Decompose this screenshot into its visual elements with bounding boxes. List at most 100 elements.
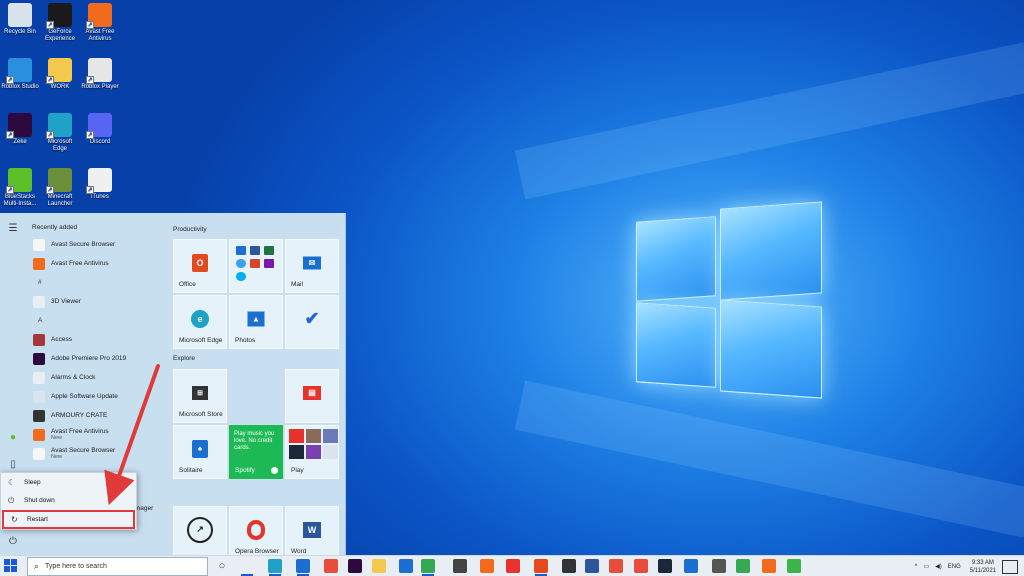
spotify-icon [271,467,278,474]
app-label: 3D Viewer [51,298,81,305]
tile-solitaire[interactable]: ♠ Solitaire [173,425,227,479]
chrome-icon[interactable] [421,559,435,576]
solitaire-icon: ♠ [192,439,208,458]
tile-opera-browser[interactable]: Opera Browser [229,506,283,560]
tile-mail[interactable]: ✉ Mail [285,239,339,293]
app-list-item[interactable]: Avast Secure Browser [26,235,166,254]
letter-header[interactable]: A [26,311,166,330]
edge-icon[interactable] [268,559,282,576]
desktop-icon[interactable]: ↗ Minecraft Launcher [40,168,80,208]
desktop-icon[interactable]: ↗ Microsoft Edge [40,113,80,153]
stopwatch-icon: ↗ [187,516,213,543]
premiere-pro-icon[interactable] [348,559,362,573]
start-button[interactable] [4,559,18,573]
desktop-icon[interactable]: ↗ Zeke [0,113,40,146]
word-icon[interactable] [585,559,599,573]
tile-spotify[interactable]: Play music you love. No credit cards. Sp… [229,425,283,479]
remote-icon[interactable] [684,559,698,573]
show-hidden-icons[interactable]: ^ [915,564,918,570]
tile-news[interactable]: ▤ [285,369,339,423]
hamburger-menu-icon[interactable]: ☰ [7,223,19,235]
clock-time: 9:33 AM [971,559,994,566]
file-explorer-icon[interactable] [372,559,386,573]
tile-word[interactable]: W Word [285,506,339,560]
tile-office-apps[interactable] [229,239,283,293]
tile-microsoft-store[interactable]: ⊞ Microsoft Store [173,369,227,423]
power-icon[interactable]: ⏻ [7,536,19,548]
tile-photos[interactable]: ▲ Photos [229,295,283,349]
letter-header[interactable]: # [26,273,166,292]
user-avatar-icon[interactable]: ● [7,432,19,444]
desktop-icon[interactable]: ↗ BlueStacks Multi-Insta... [0,168,40,208]
tile-stopwatch[interactable]: ↗ [173,506,227,560]
desktop-icon-label: Roblox Studio [1,84,39,90]
app-list-item[interactable]: 3D Viewer [26,292,166,311]
desktop-icon[interactable]: Recycle Bin [0,3,40,36]
cortana-icon[interactable]: ○ [215,559,229,573]
tile-todo[interactable]: ✔ [285,295,339,349]
documents-icon[interactable]: ▯ [7,459,19,471]
restart-button[interactable]: ↻ Restart [2,510,135,529]
camtasia-icon[interactable] [324,559,338,573]
news-icon: ▤ [303,385,321,400]
desktop-icon-label: iTunes [91,194,109,200]
steam-icon[interactable] [658,559,672,573]
tile-microsoft-edge[interactable]: e Microsoft Edge [173,295,227,349]
tile-office[interactable]: O Office [173,239,227,293]
app-list-item[interactable]: Access [26,330,166,349]
chrome-alt-icon[interactable] [736,559,750,573]
mail-icon: ✉ [303,256,321,270]
access-icon [33,333,45,346]
desktop-icon[interactable]: ↗ Avast Free Antivirus [80,3,120,43]
app-list-item[interactable]: Apple Software Update [26,387,166,406]
app-list-item[interactable]: ARMOURY CRATE [26,406,166,425]
task-view-icon[interactable] [240,559,254,576]
snagit-icon[interactable] [609,559,623,573]
restart-icon: ↻ [11,515,18,524]
store-bag-icon[interactable] [562,559,576,573]
minecraft-icon: ↗ [46,168,72,194]
itunes-icon: ↗ [86,168,112,194]
desktop-icon[interactable]: ↗ Roblox Studio [0,58,40,91]
app-orange-icon[interactable] [480,559,494,573]
app-list-item[interactable]: Avast Secure Browser New [26,444,166,463]
language-indicator[interactable]: ENG [948,564,961,570]
shutdown-button[interactable]: ⏻ Shut down [1,492,136,509]
avast-secure-browser-icon [33,238,45,251]
notifications-icon[interactable] [1002,559,1018,574]
camtasia-c-icon[interactable] [787,559,801,573]
word-icon: W [303,521,321,538]
volume-icon[interactable]: ◀) [935,563,942,570]
office-icon[interactable] [534,559,548,576]
desktop-icon-label: Avast Free Antivirus [85,29,115,42]
app-list-item[interactable]: Adobe Premiere Pro 2019 [26,349,166,368]
store-icon[interactable] [453,559,467,573]
tile-play[interactable]: Play [285,425,339,479]
desktop-icon[interactable]: ↗ Discord [80,113,120,146]
app-list-item[interactable]: Avast Free Antivirus [26,254,166,273]
desktop-icon[interactable]: ↗ GeForce Experience [40,3,80,43]
network-icon[interactable]: ▭ [923,563,929,570]
3d-viewer-icon [33,295,45,308]
avast-browser-icon[interactable] [762,559,776,573]
camtasia-recorder-icon[interactable] [634,559,648,573]
system-tray: ^ ▭ ◀) ENG 9:33 AM 5/11/2021 [912,556,1024,576]
app-list-item[interactable]: Avast Free Antivirus New [26,425,166,444]
premiere-pro-icon [33,352,45,365]
opera-icon[interactable] [506,559,520,573]
app-label: Avast Free Antivirus [51,427,109,435]
search-box[interactable]: ⌕ Type here to search [27,557,208,576]
sleep-button[interactable]: ☾ Sleep [1,474,136,491]
app-list-item[interactable]: Alarms & Clock [26,368,166,387]
armoury-crate-icon [33,409,45,422]
light-beam [514,42,1024,200]
spotify-promo-text: Play music you love. No credit cards. [234,431,275,451]
desktop-icon[interactable]: ↗ WORK [40,58,80,91]
desktop-icon[interactable]: ↗ iTunes [80,168,120,201]
mail-icon[interactable] [296,559,310,576]
desktop-icon[interactable]: ↗ Roblox Player [80,58,120,91]
display-icon[interactable] [712,559,726,573]
calendar-icon[interactable] [399,559,413,573]
clock[interactable]: 9:33 AM 5/11/2021 [970,559,996,575]
avast-icon [33,257,45,270]
